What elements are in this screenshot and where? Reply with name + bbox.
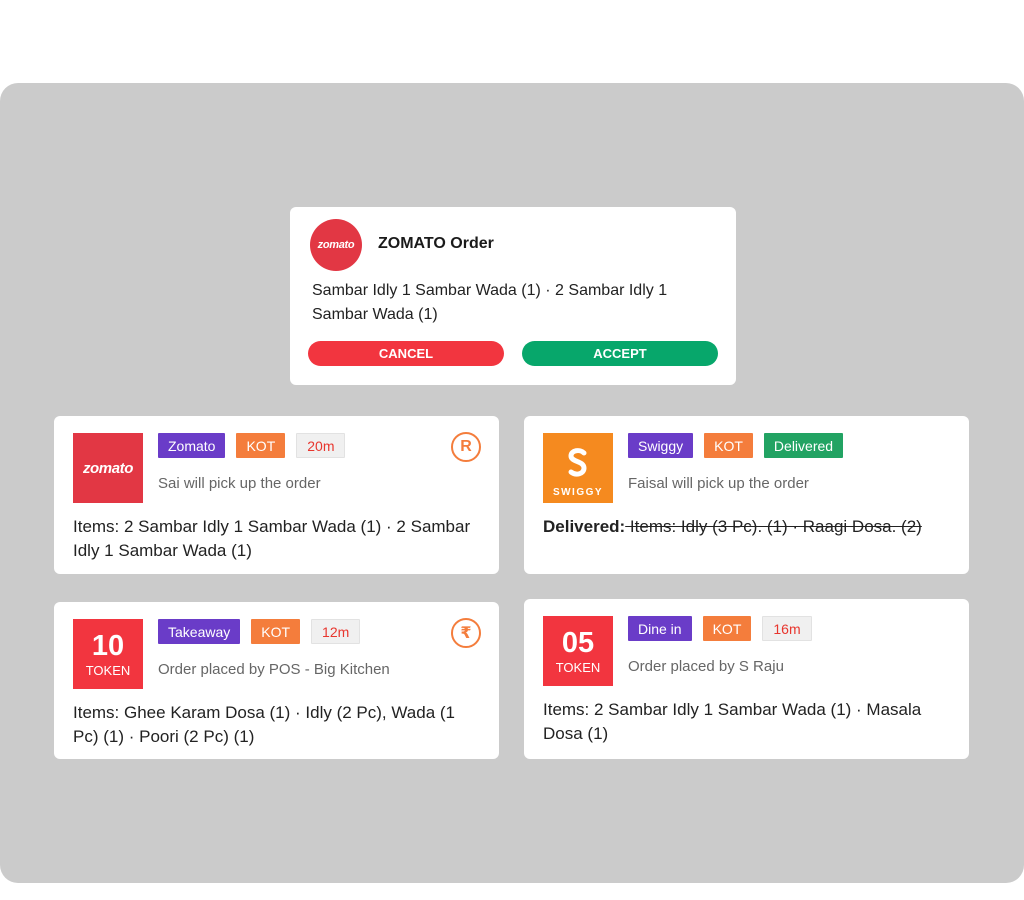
source-tag: Swiggy <box>628 433 694 458</box>
swiggy-wordmark: SWIGGY <box>552 487 604 498</box>
order-type-tag: Dine in <box>628 616 692 641</box>
token-label: TOKEN <box>555 659 601 675</box>
rupee-payment-icon: ₹ <box>451 618 481 648</box>
order-items: Items: 2 Sambar Idly 1 Sambar Wada (1) ·… <box>543 700 922 743</box>
cancel-button[interactable]: CANCEL <box>308 341 504 366</box>
order-tags: Dine in KOT 16m <box>628 616 823 641</box>
elapsed-time-badge: 12m <box>311 619 361 644</box>
zomato-logo-icon: zomato <box>310 219 362 271</box>
kot-tag[interactable]: KOT <box>236 433 286 458</box>
order-card-dine-in[interactable]: 05 TOKEN Dine in KOT 16m Order placed by… <box>524 599 969 759</box>
token-label: TOKEN <box>85 662 131 678</box>
source-tag: Zomato <box>158 433 226 458</box>
delivered-status-badge: Delivered <box>763 433 844 458</box>
notification-title: ZOMATO Order <box>378 235 494 252</box>
order-subtitle: Order placed by S Raju <box>628 658 784 675</box>
new-order-notification: zomato ZOMATO Order Sambar Idly 1 Sambar… <box>290 207 736 385</box>
order-subtitle: Order placed by POS - Big Kitchen <box>158 661 390 678</box>
token-badge: 05 TOKEN <box>543 616 613 686</box>
order-tags: Zomato KOT 20m <box>158 433 356 458</box>
order-items: Items: 2 Sambar Idly 1 Sambar Wada (1) ·… <box>73 517 471 560</box>
order-card-swiggy[interactable]: SWIGGY Swiggy KOT Delivered Faisal will … <box>524 416 969 574</box>
order-items: Items: Ghee Karam Dosa (1) · Idly (2 Pc)… <box>73 703 455 746</box>
payment-status-icon: R <box>451 432 481 462</box>
order-type-tag: Takeaway <box>158 619 241 644</box>
swiggy-pin-icon <box>568 448 587 477</box>
order-card-takeaway[interactable]: 10 TOKEN Takeaway KOT 12m ₹ Order placed… <box>54 602 499 759</box>
elapsed-time-badge: 16m <box>762 616 812 641</box>
order-card-zomato[interactable]: zomato Zomato KOT 20m R Sai will pick up… <box>54 416 499 574</box>
accept-button[interactable]: ACCEPT <box>522 341 718 366</box>
zomato-logo-icon: zomato <box>73 433 143 503</box>
kot-tag[interactable]: KOT <box>702 616 752 641</box>
token-number: 10 <box>91 629 125 662</box>
order-tags: Swiggy KOT Delivered <box>628 433 854 458</box>
elapsed-time-badge: 20m <box>296 433 346 458</box>
token-number: 05 <box>561 626 595 659</box>
order-subtitle: Faisal will pick up the order <box>628 475 809 492</box>
token-badge: 10 TOKEN <box>73 619 143 689</box>
struck-items: Items: Idly (3 Pc). (1) · Raagi Dosa. (2… <box>625 517 922 536</box>
notification-items: Sambar Idly 1 Sambar Wada (1) · 2 Sambar… <box>312 282 668 323</box>
order-items: Delivered: Items: Idly (3 Pc). (1) · Raa… <box>543 515 948 539</box>
delivered-prefix: Delivered: <box>543 517 626 536</box>
kot-tag[interactable]: KOT <box>704 433 753 458</box>
order-subtitle: Sai will pick up the order <box>158 475 321 492</box>
swiggy-logo-icon: SWIGGY <box>543 433 613 503</box>
order-tags: Takeaway KOT 12m <box>158 619 371 644</box>
kot-tag[interactable]: KOT <box>251 619 301 644</box>
